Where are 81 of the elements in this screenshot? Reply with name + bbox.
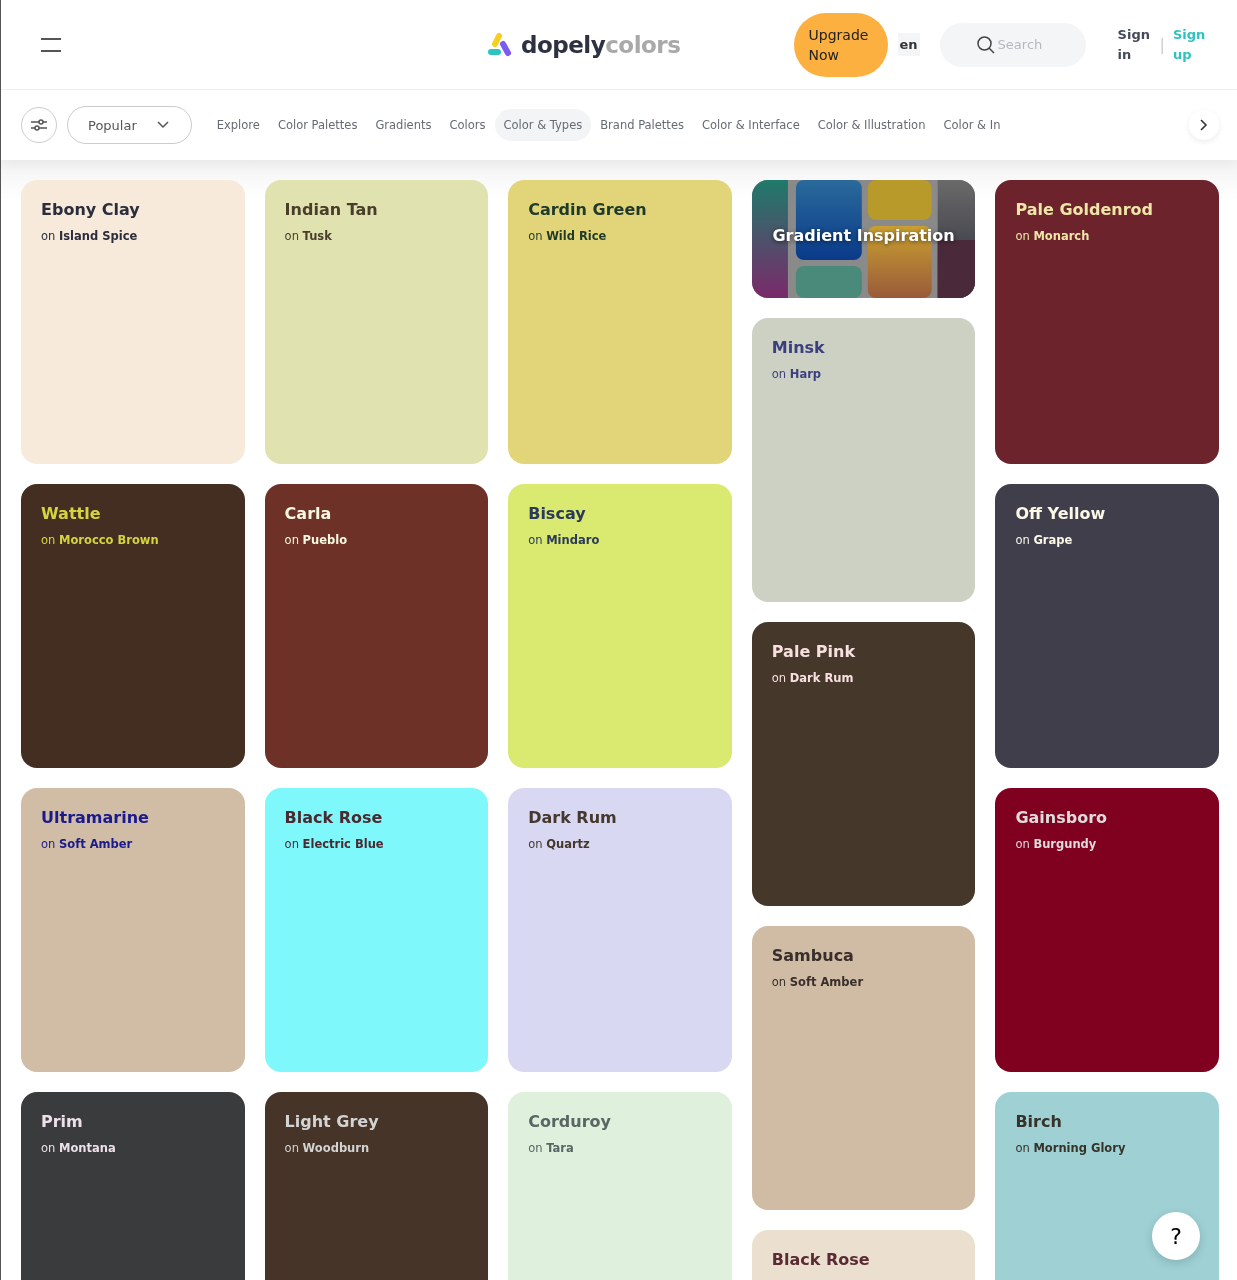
color-card[interactable]: Ultramarine on Soft Amber bbox=[21, 788, 245, 1072]
category-tab[interactable]: Color & Types bbox=[494, 109, 592, 141]
card-subtitle: on Soft Amber bbox=[771, 975, 865, 989]
card-subtitle: on Harp bbox=[771, 367, 823, 381]
category-tab[interactable]: Colors bbox=[440, 109, 495, 141]
card-subtitle: on Woodburn bbox=[284, 1141, 371, 1155]
category-tab[interactable]: Color & Illustration bbox=[808, 109, 935, 141]
color-card[interactable]: Corduroy on Tara bbox=[508, 1092, 732, 1280]
card-subtitle: on Wild Rice bbox=[528, 229, 608, 243]
card-subtitle: on Morning Glory bbox=[1015, 1141, 1127, 1155]
card-title: Black Rose bbox=[771, 1250, 871, 1269]
card-title: Biscay bbox=[528, 504, 587, 523]
card-subtitle: on Montana bbox=[41, 1141, 117, 1155]
card-title: Prim bbox=[41, 1112, 84, 1131]
card-subtitle: on Grape bbox=[1015, 533, 1074, 547]
logo-text[interactable]: dopely bbox=[521, 31, 606, 58]
card-subtitle: on Dark Rum bbox=[771, 671, 855, 685]
color-card[interactable]: Cardin Green on Wild Rice bbox=[508, 180, 732, 464]
card-title: Off Yellow bbox=[1015, 504, 1107, 523]
card-title: Carla bbox=[284, 504, 333, 523]
search-field[interactable]: Search bbox=[939, 22, 1086, 67]
card-subtitle: on Quartz bbox=[528, 837, 591, 851]
card-title: Gainsboro bbox=[1015, 808, 1109, 827]
card-subtitle: on Tusk bbox=[284, 229, 333, 243]
color-card[interactable]: Pale Goldenrod on Monarch bbox=[995, 180, 1219, 464]
card-title: Pale Goldenrod bbox=[1015, 200, 1155, 219]
color-card[interactable]: Gainsboro on Burgundy bbox=[995, 788, 1219, 1072]
chevron-down-icon bbox=[156, 121, 169, 129]
card-title: Ultramarine bbox=[41, 808, 150, 827]
card-title: Wattle bbox=[41, 504, 102, 523]
card-subtitle: on Monarch bbox=[1015, 229, 1091, 243]
search-icon bbox=[975, 34, 996, 55]
color-card[interactable]: Dark Rum on Quartz bbox=[508, 788, 732, 1072]
category-tab[interactable]: Explore bbox=[207, 109, 269, 141]
color-card[interactable]: Minsk on Harp bbox=[751, 318, 976, 602]
next-button[interactable] bbox=[1189, 110, 1219, 140]
card-title: Minsk bbox=[771, 338, 826, 357]
card-subtitle: on Burgundy bbox=[1015, 837, 1098, 851]
color-card[interactable]: Black Rose bbox=[751, 1230, 976, 1280]
color-card[interactable]: Biscay on Mindaro bbox=[508, 484, 732, 768]
card-subtitle: on Soft Amber bbox=[41, 837, 134, 851]
category-tab[interactable]: Color & Interface bbox=[692, 109, 809, 141]
category-tab[interactable]: Brand Palettes bbox=[591, 109, 693, 141]
card-title: Cardin Green bbox=[528, 200, 648, 219]
card-title: Dark Rum bbox=[528, 808, 618, 827]
card-subtitle: on Electric Blue bbox=[284, 837, 385, 851]
sign-in-link[interactable]: Sign in bbox=[1117, 24, 1152, 65]
card-title: Ebony Clay bbox=[41, 200, 141, 219]
card-title: Light Grey bbox=[284, 1112, 380, 1131]
color-card[interactable]: Ebony Clay on Island Spice bbox=[21, 180, 245, 464]
color-card[interactable]: Off Yellow on Grape bbox=[995, 484, 1219, 768]
card-subtitle: on Tara bbox=[528, 1141, 575, 1155]
category-tab[interactable]: Color & In bbox=[934, 109, 1010, 141]
chevron-right-icon bbox=[1200, 119, 1208, 131]
color-card[interactable]: Sambuca on Soft Amber bbox=[751, 926, 976, 1210]
category-tab[interactable]: Color Palettes bbox=[268, 109, 367, 141]
color-card[interactable]: Indian Tan on Tusk bbox=[264, 180, 489, 464]
upgrade-button[interactable]: Upgrade Now bbox=[793, 12, 888, 77]
color-card[interactable]: Black Rose on Electric Blue bbox=[264, 788, 489, 1072]
language-selector[interactable]: en bbox=[897, 33, 920, 56]
separator: | bbox=[1159, 35, 1165, 54]
card-title: Indian Tan bbox=[284, 200, 379, 219]
card-title: Sambuca bbox=[771, 946, 855, 965]
filter-button[interactable] bbox=[21, 107, 57, 143]
card-title: Corduroy bbox=[528, 1112, 612, 1131]
color-card[interactable]: Light Grey on Woodburn bbox=[264, 1092, 489, 1280]
color-card[interactable]: Wattle on Morocco Brown bbox=[21, 484, 245, 768]
card-title: Black Rose bbox=[284, 808, 384, 827]
menu-icon[interactable] bbox=[39, 35, 63, 54]
sort-dropdown[interactable]: Popular bbox=[67, 106, 192, 144]
card-subtitle: on Island Spice bbox=[41, 229, 139, 243]
card-subtitle: on Mindaro bbox=[528, 533, 601, 547]
color-card[interactable]: Prim on Montana bbox=[21, 1092, 245, 1280]
card-title: Birch bbox=[1015, 1112, 1063, 1131]
color-card[interactable]: Carla on Pueblo bbox=[264, 484, 489, 768]
card-subtitle: on Pueblo bbox=[284, 533, 349, 547]
color-card[interactable]: Pale Pink on Dark Rum bbox=[751, 622, 976, 906]
sliders-icon bbox=[30, 118, 48, 132]
card-title: Pale Pink bbox=[771, 642, 857, 661]
category-tab[interactable]: Gradients bbox=[366, 109, 441, 141]
card-subtitle: on Morocco Brown bbox=[41, 533, 160, 547]
